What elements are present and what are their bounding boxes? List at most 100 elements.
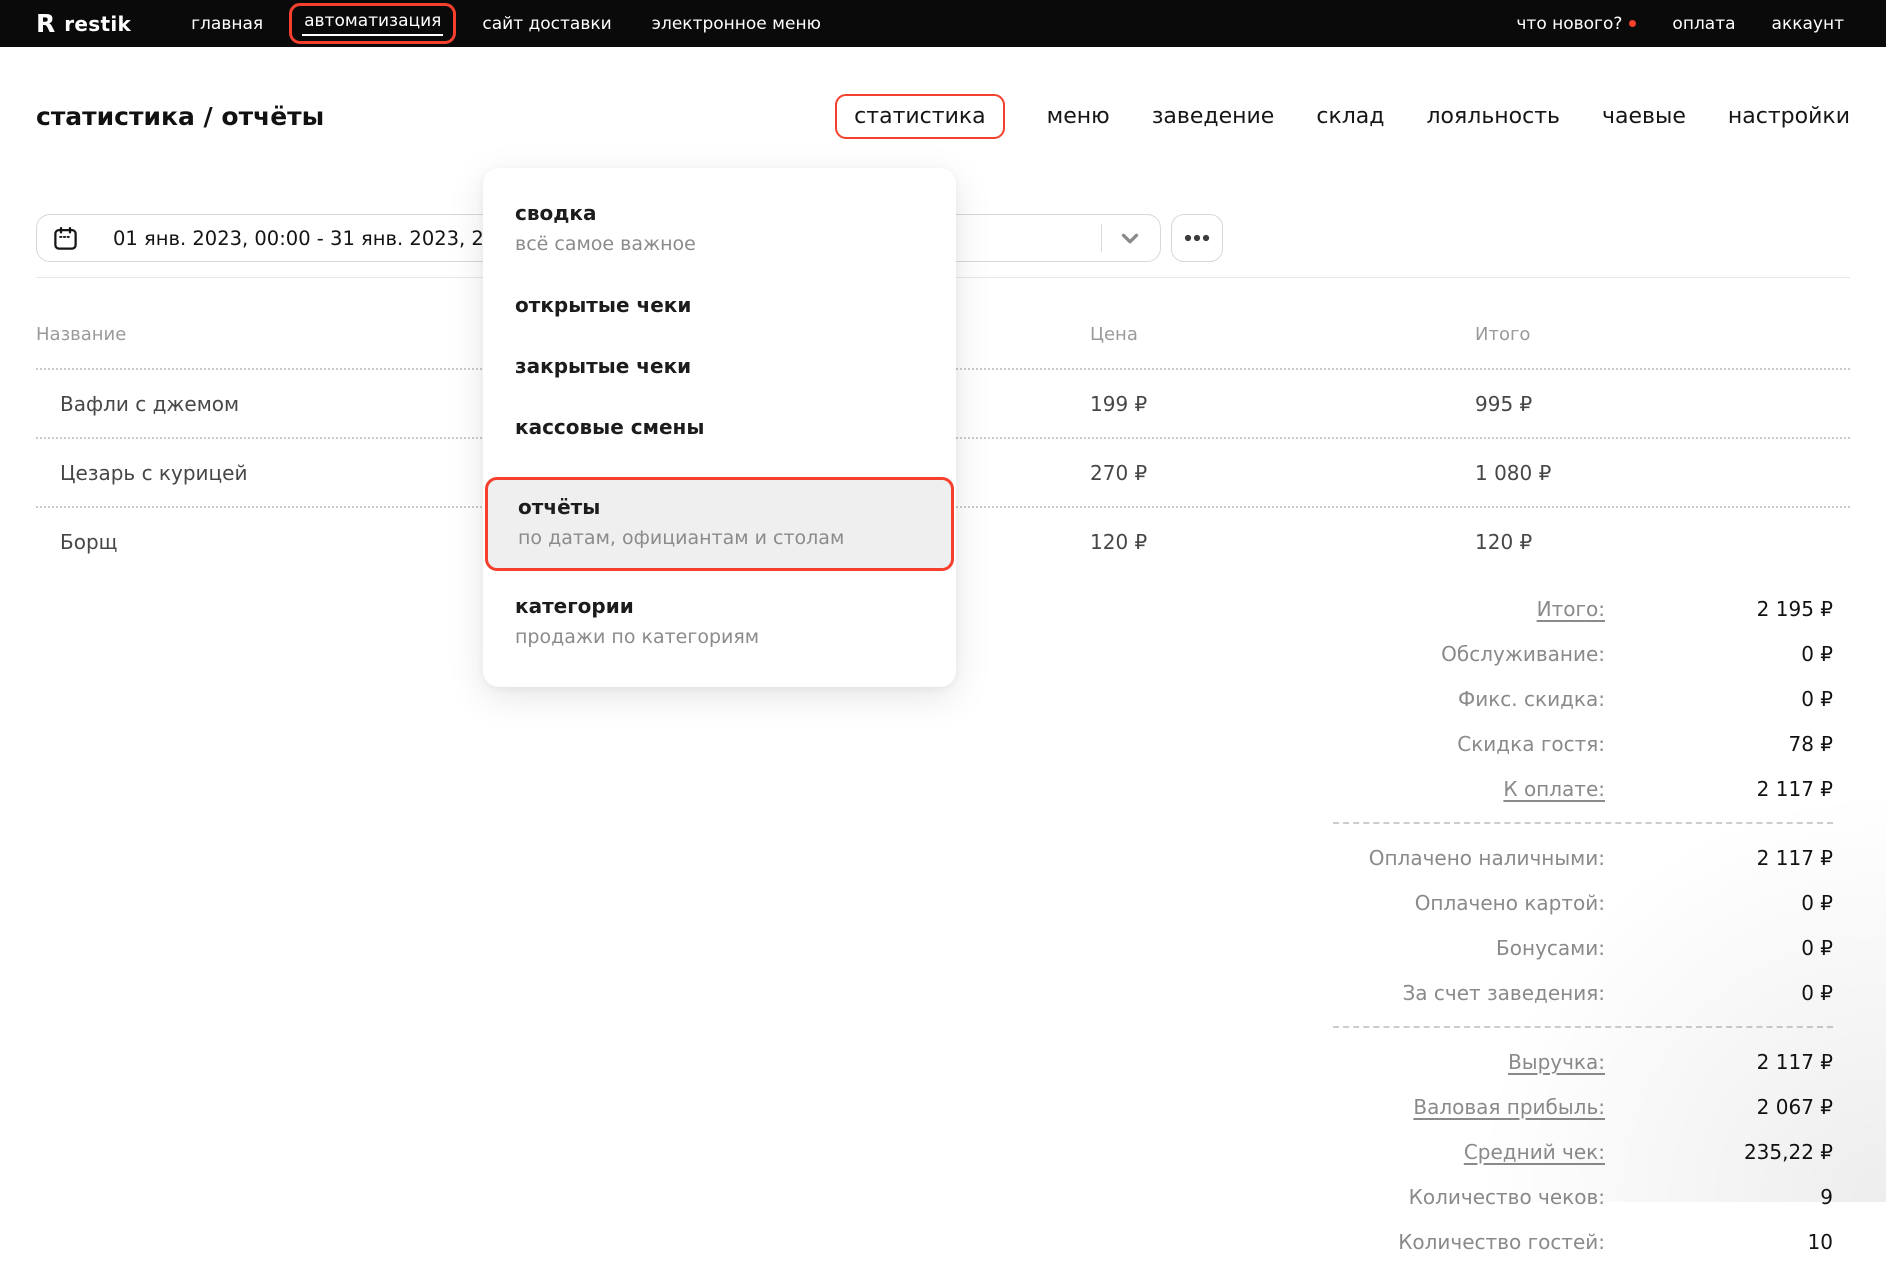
summary-row: За счет заведения: 0 ₽ bbox=[1053, 970, 1833, 1015]
table-header-cell: Итого bbox=[1475, 324, 1850, 345]
summary-label[interactable]: Скидка гостя: bbox=[1053, 732, 1605, 756]
top-nav-right-item[interactable]: что нового? bbox=[1516, 14, 1636, 34]
top-nav-item[interactable]: автоматизация bbox=[289, 3, 456, 44]
summary-divider bbox=[1333, 822, 1833, 824]
dropdown-item-subtitle: всё самое важное bbox=[515, 234, 924, 256]
cell-total: 1 080 ₽ bbox=[1475, 461, 1850, 485]
summary-row: Бонусами: 0 ₽ bbox=[1053, 925, 1833, 970]
summary-value: 235,22 ₽ bbox=[1605, 1140, 1833, 1164]
section-nav: статистика меню заведение склад лояльнос… bbox=[835, 94, 1850, 139]
summary-group-totals: Итого: 2 195 ₽ Обслуживание: 0 ₽ Фикс. с… bbox=[1053, 586, 1833, 811]
dropdown-item-title: категории bbox=[515, 595, 924, 618]
summary-label[interactable]: Итого: bbox=[1053, 597, 1605, 621]
dropdown-item-title: отчёты bbox=[518, 496, 921, 519]
date-control-divider bbox=[1101, 224, 1102, 252]
summary-value: 9 bbox=[1605, 1185, 1833, 1209]
logo-text: restik bbox=[64, 12, 131, 36]
top-nav-item-label: электронное меню bbox=[652, 14, 821, 34]
dropdown-menu-item[interactable]: закрытые чеки bbox=[515, 355, 924, 378]
date-range-value: 01 янв. 2023, 00:00 - 31 янв. 2023, 23:5… bbox=[113, 227, 528, 250]
dropdown-item-title: открытые чеки bbox=[515, 294, 924, 317]
summary-label: За счет заведения: bbox=[1053, 981, 1605, 1005]
summary-label[interactable]: Фикс. скидка: bbox=[1053, 687, 1605, 711]
top-nav-item[interactable]: сайт доставки bbox=[468, 7, 625, 41]
dropdown-item-title: закрытые чеки bbox=[515, 355, 924, 378]
summary-row: Скидка гостя: 78 ₽ bbox=[1053, 721, 1833, 766]
summary-row: Валовая прибыль: 2 067 ₽ bbox=[1053, 1084, 1833, 1129]
logo-r-icon: R bbox=[36, 11, 55, 36]
section-nav-item[interactable]: лояльность bbox=[1427, 104, 1561, 129]
summary-value: 10 bbox=[1605, 1230, 1833, 1254]
ellipsis-icon bbox=[1183, 233, 1211, 243]
cell-total: 995 ₽ bbox=[1475, 392, 1850, 416]
top-nav-items: главная автоматизация сайт доставки элек… bbox=[177, 3, 835, 44]
summary-label[interactable]: Валовая прибыль: bbox=[1053, 1095, 1605, 1119]
top-nav-right-item[interactable]: оплата bbox=[1672, 14, 1735, 34]
dropdown-item-title: сводка bbox=[515, 202, 924, 225]
summary-label[interactable]: Выручка: bbox=[1053, 1050, 1605, 1074]
dropdown-menu-item[interactable]: сводка всё самое важное bbox=[515, 202, 924, 256]
summary-row: Итого: 2 195 ₽ bbox=[1053, 586, 1833, 631]
summary-group-payments: Оплачено наличными: 2 117 ₽ Оплачено кар… bbox=[1053, 835, 1833, 1015]
summary-row: К оплате: 2 117 ₽ bbox=[1053, 766, 1833, 811]
summary-value: 0 ₽ bbox=[1605, 687, 1833, 711]
dropdown-item-subtitle: по датам, официантам и столам bbox=[518, 528, 921, 550]
top-nav-item-label: главная bbox=[191, 14, 263, 34]
dropdown-menu-item[interactable]: отчёты по датам, официантам и столам bbox=[485, 477, 954, 571]
section-nav-item[interactable]: статистика bbox=[835, 94, 1004, 139]
summary-row: Количество гостей: 10 bbox=[1053, 1219, 1833, 1264]
dropdown-menu-item[interactable]: открытые чеки bbox=[515, 294, 924, 317]
summary-label: Оплачено наличными: bbox=[1053, 846, 1605, 870]
cell-price: 120 ₽ bbox=[1090, 530, 1475, 554]
top-nav-item[interactable]: главная bbox=[177, 7, 277, 41]
summary-row: Оплачено картой: 0 ₽ bbox=[1053, 880, 1833, 925]
dropdown-item-title: кассовые смены bbox=[515, 416, 924, 439]
table-header-cell: Цена bbox=[1090, 324, 1475, 345]
summary-value: 0 ₽ bbox=[1605, 891, 1833, 915]
top-nav-item-label: автоматизация bbox=[304, 11, 441, 36]
summary-label[interactable]: К оплате: bbox=[1053, 777, 1605, 801]
summary-row: Выручка: 2 117 ₽ bbox=[1053, 1039, 1833, 1084]
summary-label[interactable]: Средний чек: bbox=[1053, 1140, 1605, 1164]
top-nav-bar: R restik главная автоматизация сайт дост… bbox=[0, 0, 1886, 47]
chevron-down-icon[interactable] bbox=[1117, 225, 1143, 251]
summary-value: 2 117 ₽ bbox=[1605, 777, 1833, 801]
summary-row: Средний чек: 235,22 ₽ bbox=[1053, 1129, 1833, 1174]
dropdown-item-subtitle: продажи по категориям bbox=[515, 627, 924, 649]
summary-value: 2 117 ₽ bbox=[1605, 846, 1833, 870]
section-nav-item[interactable]: склад bbox=[1316, 104, 1384, 129]
cell-price: 199 ₽ bbox=[1090, 392, 1475, 416]
summary-row: Оплачено наличными: 2 117 ₽ bbox=[1053, 835, 1833, 880]
summary-label[interactable]: Количество чеков: bbox=[1053, 1185, 1605, 1209]
section-nav-item[interactable]: настройки bbox=[1728, 104, 1850, 129]
section-nav-item[interactable]: меню bbox=[1047, 104, 1110, 129]
summary-divider bbox=[1333, 1026, 1833, 1028]
summary-label: Оплачено картой: bbox=[1053, 891, 1605, 915]
more-options-button[interactable] bbox=[1171, 214, 1223, 262]
summary-label[interactable]: Количество гостей: bbox=[1053, 1230, 1605, 1254]
restik-logo[interactable]: R restik bbox=[36, 11, 131, 36]
summary-value: 2 117 ₽ bbox=[1605, 1050, 1833, 1074]
summary-value: 0 ₽ bbox=[1605, 642, 1833, 666]
top-nav-right-items: что нового? оплата аккаунт bbox=[1516, 14, 1844, 34]
section-nav-item[interactable]: чаевые bbox=[1602, 104, 1686, 129]
statistics-dropdown-menu: сводка всё самое важное открытые чеки за… bbox=[483, 168, 956, 687]
dropdown-menu-item[interactable]: категории продажи по категориям bbox=[515, 595, 924, 649]
summary-value: 2 195 ₽ bbox=[1605, 597, 1833, 621]
summary-value: 0 ₽ bbox=[1605, 981, 1833, 1005]
top-nav-right-item[interactable]: аккаунт bbox=[1772, 14, 1844, 34]
cell-price: 270 ₽ bbox=[1090, 461, 1475, 485]
summary-row: Фикс. скидка: 0 ₽ bbox=[1053, 676, 1833, 721]
summary-value: 0 ₽ bbox=[1605, 936, 1833, 960]
totals-summary: Итого: 2 195 ₽ Обслуживание: 0 ₽ Фикс. с… bbox=[1053, 586, 1833, 1264]
top-nav-item[interactable]: электронное меню bbox=[638, 7, 835, 41]
section-nav-item[interactable]: заведение bbox=[1152, 104, 1275, 129]
summary-label[interactable]: Обслуживание: bbox=[1053, 642, 1605, 666]
summary-value: 2 067 ₽ bbox=[1605, 1095, 1833, 1119]
summary-group-revenue: Выручка: 2 117 ₽ Валовая прибыль: 2 067 … bbox=[1053, 1039, 1833, 1264]
summary-label: Бонусами: bbox=[1053, 936, 1605, 960]
calendar-icon bbox=[52, 225, 79, 252]
page-title: статистика / отчёты bbox=[36, 102, 324, 131]
dropdown-menu-item[interactable]: кассовые смены bbox=[515, 416, 924, 439]
page-header: статистика / отчёты статистика меню заве… bbox=[36, 84, 1850, 148]
